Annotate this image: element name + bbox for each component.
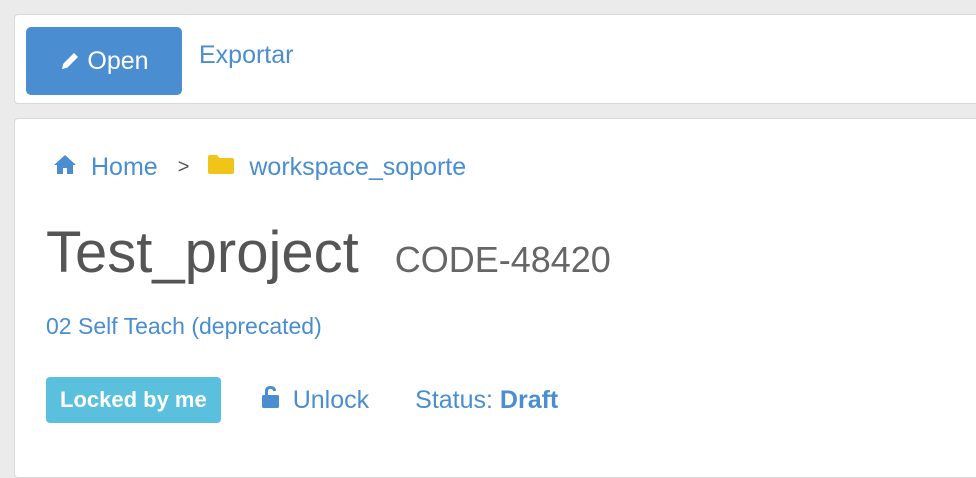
export-link[interactable]: Exportar	[199, 41, 293, 70]
open-button-label: Open	[87, 46, 149, 75]
breadcrumb-home[interactable]: Home	[53, 153, 158, 182]
breadcrumb: Home > workspace_soporte	[53, 153, 466, 182]
project-panel: Home > workspace_soporte Test_project CO…	[14, 118, 976, 478]
pencil-icon	[59, 50, 81, 72]
project-code: CODE-48420	[394, 239, 611, 280]
breadcrumb-folder[interactable]: workspace_soporte	[207, 153, 466, 182]
breadcrumb-home-label: Home	[91, 153, 158, 181]
status-indicator: Status: Draft	[415, 386, 558, 415]
title-row: Test_project CODE-48420	[46, 219, 611, 286]
locked-badge: Locked by me	[46, 377, 221, 423]
open-button[interactable]: Open	[26, 27, 182, 95]
unlock-label: Unlock	[292, 385, 370, 414]
status-label: Status:	[415, 385, 493, 414]
unlock-icon	[261, 385, 281, 416]
folder-icon	[207, 153, 235, 182]
status-value: Draft	[499, 385, 559, 414]
status-row: Locked by me Unlock Status: Draft	[46, 377, 558, 423]
breadcrumb-separator: >	[177, 156, 190, 178]
toolbar: Open Exportar	[14, 14, 976, 104]
page-title: Test_project	[46, 220, 359, 285]
home-icon	[53, 153, 77, 182]
project-template-link[interactable]: 02 Self Teach (deprecated)	[46, 313, 322, 340]
unlock-link[interactable]: Unlock	[261, 385, 369, 416]
breadcrumb-folder-label: workspace_soporte	[249, 153, 467, 181]
